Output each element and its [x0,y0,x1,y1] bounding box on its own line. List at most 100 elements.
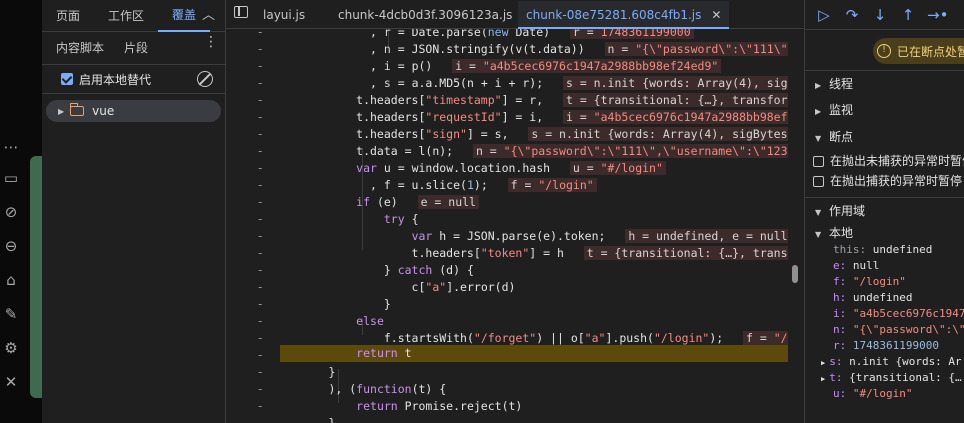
gutter-marker[interactable]: - [258,212,262,226]
expand-triangle-icon: ▶ [815,107,822,116]
tab-content-scripts[interactable]: 内容脚本 [42,39,110,56]
pause-caught-checkbox[interactable] [813,175,824,187]
scope-key: t: [829,371,850,384]
info-icon: ! [877,44,891,58]
scope-variable-t[interactable]: ▶ t: {transitional: {… [805,370,964,386]
code-line: t.data = l(n); n = "{\"password\":\"111\… [280,143,788,160]
code-content[interactable]: , r = Date.parse(new Date) r = 174836119… [280,29,788,423]
settings-icon[interactable]: ⚙ [0,337,22,359]
scope-variable-e[interactable]: e: null [805,258,964,274]
step-over-icon[interactable]: ↷ [843,6,861,24]
scope-variable-s[interactable]: ▶ s: n.init {words: Ar [805,354,964,370]
scope-section[interactable]: ▼ 作用域 [805,197,964,224]
expand-triangle-icon[interactable]: ▶ [821,375,825,383]
scope-variable-n[interactable]: n: "{\"password\":\" [805,322,964,338]
scope-variable-h[interactable]: h: undefined [805,290,964,306]
gutter-marker[interactable]: - [258,382,262,396]
line-gutter[interactable]: - - - - - - - - - - - - - - - - - - - - - - - - [226,25,280,423]
gutter-marker[interactable]: - [258,25,262,39]
gutter-marker[interactable]: - [258,229,262,243]
gutter-marker[interactable]: - [258,110,262,124]
override-checkbox[interactable] [61,73,73,85]
gutter-marker[interactable]: - [258,195,262,209]
resume-icon[interactable]: ▷ [815,6,833,24]
step-out-icon[interactable]: ↑ [899,6,917,24]
collapse-triangle-icon: ▼ [815,208,822,217]
code-line: c["a"].error(d) [280,280,516,294]
minus-circle-icon[interactable]: ⊖ [0,235,22,257]
gutter-marker[interactable]: - [258,348,262,362]
debugger-pane: ▷ ↷ ↓ ↑ →• ! 已在断点处暂停 ▶线程 ▶监视 ▼断点 在抛出未捕获的… [804,0,964,423]
threads-section[interactable]: ▶ 线程 [805,70,964,97]
enable-local-overrides[interactable]: 启用本地替代 [42,64,225,94]
pause-caught-option[interactable]: 在抛出捕获的异常时暂停 [805,171,964,191]
code-line: t.headers["requestId"] = i, i = "a4b5cec… [280,109,788,126]
gutter-marker[interactable]: - [258,263,262,277]
debugger-toolbar: ▷ ↷ ↓ ↑ →• [805,0,964,30]
drag-dots-icon[interactable]: ⋯ [0,136,22,158]
gutter-marker[interactable]: - [258,297,262,311]
gutter-marker[interactable]: - [258,178,262,192]
eye-off-icon[interactable]: ⊘ [0,201,22,223]
scope-variable-u[interactable]: u: "#/login" [805,386,964,402]
gutter-marker[interactable]: - [258,144,262,158]
clear-overrides-icon[interactable] [197,71,213,87]
pause-uncaught-option[interactable]: 在抛出未捕获的异常时暂停 [805,151,964,171]
pause-uncaught-checkbox[interactable] [813,155,824,167]
gutter-marker[interactable]: - [258,42,262,56]
file-tab-layui[interactable]: layui.js [263,1,305,29]
close-icon[interactable]: ✕ [0,371,22,393]
scope-value: "a4b5cec6976c1947 [852,307,964,320]
edit-icon[interactable]: ✎ [0,303,22,325]
step-icon[interactable]: →• [927,6,948,24]
expand-triangle-icon: ▶ [815,81,822,90]
gutter-marker[interactable]: - [258,331,262,345]
gutter-marker[interactable]: - [258,246,262,260]
local-scope[interactable]: ▼ 本地 [805,224,964,242]
scope-key: u: [833,387,853,400]
file-tab-chunk-08e7[interactable]: chunk-08e75281.608c4fb1.js ✕ [518,1,730,29]
folder-vue[interactable]: ▶ vue [46,100,221,122]
scope-variable-r[interactable]: r: 1748361199000 [805,338,964,354]
gutter-marker[interactable]: - [258,365,262,379]
gutter-marker[interactable]: - [258,127,262,141]
file-tab-chunk-4dcb[interactable]: chunk-4dcb0d3f.3096123a.js [338,1,512,29]
scope-variable-i[interactable]: i: "a4b5cec6976c1947 [805,306,964,322]
scope-key: r: [833,339,853,352]
panel-icon[interactable]: ▭ [0,167,22,189]
gutter-marker[interactable]: - [258,59,262,73]
gutter-marker[interactable]: - [258,399,262,413]
more-options-icon[interactable]: ⋮ [204,34,218,50]
scrollbar-thumb[interactable] [792,265,798,283]
home-icon[interactable]: ⌂ [0,269,22,291]
tab-page[interactable]: 页面 [42,0,94,32]
gutter-marker[interactable]: - [258,280,262,294]
step-into-icon[interactable]: ↓ [871,6,889,24]
gutter-marker[interactable]: - [258,93,262,107]
editor-scrollbar[interactable] [790,29,804,423]
chevron-up-icon[interactable]: ︿ [202,4,215,23]
toggle-sidebar-icon[interactable] [234,6,248,18]
breakpoints-section[interactable]: ▼ 断点 [805,124,964,151]
expand-triangle-icon[interactable]: ▶ [821,359,825,367]
tab-workspace[interactable]: 工作区 [94,0,158,32]
scope-key: n: [833,323,853,336]
scope-variable-f[interactable]: f: "/login" [805,274,964,290]
watch-section[interactable]: ▶ 监视 [805,97,964,124]
gutter-marker[interactable]: - [258,314,262,328]
close-tab-icon[interactable]: ✕ [711,8,721,22]
paused-label: 已在断点处暂停 [897,44,964,59]
code-line: , r = Date.parse(new Date) r = 174836119… [280,29,694,41]
paused-banner: ! 已在断点处暂停 [873,38,964,64]
gutter-marker[interactable]: - [258,161,262,175]
gutter-marker[interactable]: - [258,416,262,423]
gutter-marker[interactable]: - [258,76,262,90]
collapse-triangle-icon: ▼ [815,134,822,143]
code-line: , f = u.slice(1); f = "/login" [280,177,597,194]
expand-triangle-icon[interactable]: ▶ [58,107,64,116]
scope-variable-this[interactable]: this: undefined [805,242,964,258]
tab-snippets[interactable]: 片段 [110,39,154,56]
devtools-edge-strip: ⋯ ▭ ⊘ ⊖ ⌂ ✎ ⚙ ✕ [0,0,42,423]
code-line: t.headers["timestamp"] = r, t = {transit… [280,92,788,109]
code-line: } [280,365,336,379]
